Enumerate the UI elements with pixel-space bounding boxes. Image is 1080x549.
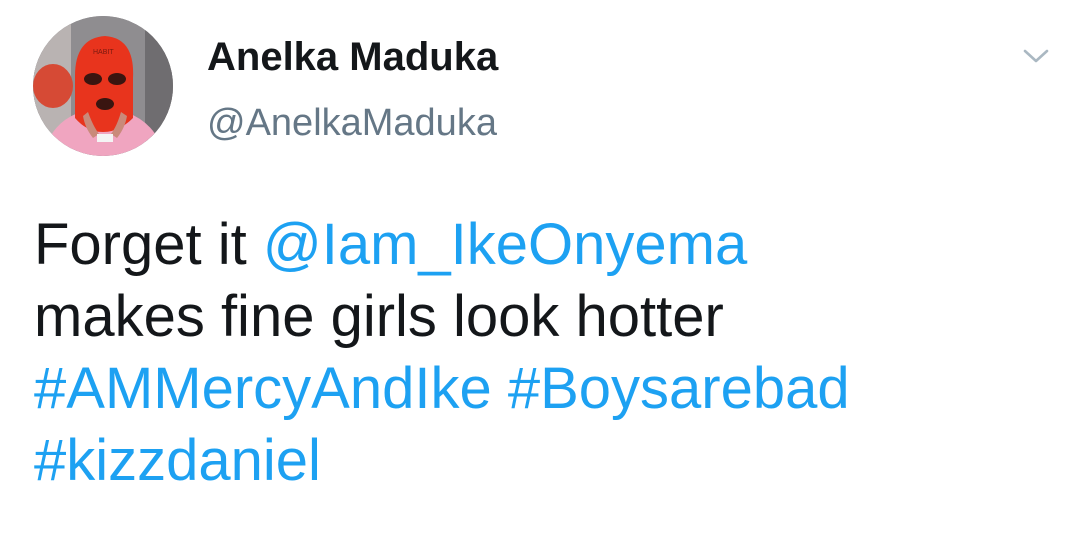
mention-link[interactable]: @Iam_IkeOnyema	[263, 212, 747, 277]
hashtag-link[interactable]: #kizzdaniel	[34, 428, 321, 493]
user-handle[interactable]: @AnelkaMaduka	[207, 100, 497, 146]
tweet-line-4: #kizzdaniel	[34, 425, 1064, 497]
avatar-photo: HABIT	[33, 16, 173, 156]
tweet-menu-button[interactable]	[1016, 38, 1056, 74]
svg-text:HABIT: HABIT	[93, 49, 114, 56]
avatar[interactable]: HABIT	[33, 16, 173, 156]
hashtag-link[interactable]: #AMMercyAndIke	[34, 356, 492, 421]
tweet-text-segment: makes fine girls look hotter	[34, 284, 724, 349]
tweet-line-3: #AMMercyAndIke #Boysarebad	[34, 353, 1064, 425]
display-name[interactable]: Anelka Maduka	[207, 33, 498, 81]
tweet-text-segment: Forget it	[34, 212, 263, 277]
chevron-down-icon	[1023, 49, 1049, 63]
hashtag-link[interactable]: #Boysarebad	[508, 356, 850, 421]
tweet-text: Forget it @Iam_IkeOnyema makes fine girl…	[34, 209, 1064, 497]
tweet-line-1: Forget it @Iam_IkeOnyema	[34, 209, 1064, 281]
